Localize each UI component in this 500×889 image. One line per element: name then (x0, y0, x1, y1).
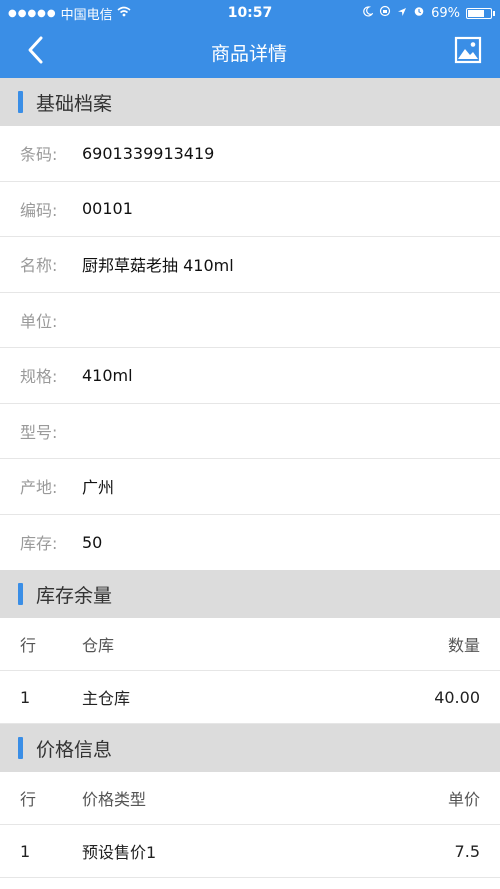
info-label: 库存: (20, 534, 58, 554)
section-basic-header: 基础档案 (0, 78, 500, 126)
nav-bar: 商品详情 (0, 26, 500, 78)
info-value: 50 (82, 532, 103, 552)
info-label: 单位: (20, 311, 58, 331)
col-header-row: 行 (20, 790, 37, 809)
info-row-model: 型号: (0, 404, 500, 459)
section-accent-bar (18, 583, 23, 605)
col-header-row: 行 (20, 636, 37, 655)
cell-unit-price: 7.5 (454, 841, 480, 861)
info-row-unit: 单位: (0, 293, 500, 348)
alarm-icon (413, 5, 425, 21)
info-row-spec: 规格: 410ml (0, 348, 500, 404)
image-icon (454, 36, 482, 64)
info-row-barcode: 条码: 6901339913419 (0, 126, 500, 182)
info-value: 00101 (82, 199, 133, 219)
section-stock-title: 库存余量 (36, 584, 113, 607)
table-row[interactable]: 1 预设售价1 7.5 (0, 825, 500, 878)
cell-warehouse: 主仓库 (82, 689, 131, 708)
info-label: 编码: (20, 200, 58, 220)
cell-quantity: 40.00 (434, 687, 480, 707)
info-row-name: 名称: 厨邦草菇老抽 410ml (0, 237, 500, 293)
info-label: 条码: (20, 145, 58, 165)
page-title: 商品详情 (210, 42, 287, 65)
price-table-header: 行 价格类型 单价 (0, 772, 500, 825)
section-basic-title: 基础档案 (36, 92, 113, 115)
section-accent-bar (18, 91, 23, 113)
section-accent-bar (18, 737, 23, 759)
info-value: 广州 (82, 478, 115, 498)
battery-icon (466, 7, 495, 19)
info-label: 型号: (20, 422, 58, 442)
basic-info-list: 条码: 6901339913419 编码: 00101 名称: 厨邦草菇老抽 410m… (0, 126, 500, 570)
section-price-header: 价格信息 (0, 724, 500, 772)
back-button[interactable] (26, 35, 44, 69)
image-button[interactable] (454, 36, 482, 68)
price-table: 行 价格类型 单价 1 预设售价1 7.5 (0, 772, 500, 878)
location-icon (397, 6, 407, 21)
info-row-code: 编码: 00101 (0, 182, 500, 237)
cell-row-number: 1 (20, 841, 31, 861)
section-price-title: 价格信息 (36, 738, 113, 761)
info-row-origin: 产地: 广州 (0, 459, 500, 515)
info-label: 产地: (20, 478, 58, 498)
cell-row-number: 1 (20, 687, 31, 707)
chevron-left-icon (28, 36, 43, 64)
cell-price-type: 预设售价1 (82, 843, 157, 862)
info-value: 厨邦草菇老抽 410ml (82, 256, 234, 276)
info-label: 名称: (20, 256, 58, 276)
col-header-unit-price: 单价 (447, 790, 480, 809)
table-row[interactable]: 1 主仓库 40.00 (0, 671, 500, 724)
section-stock-header: 库存余量 (0, 570, 500, 618)
info-value: 6901339913419 (82, 143, 215, 163)
stock-table: 行 仓库 数量 1 主仓库 40.00 (0, 618, 500, 724)
info-label: 规格: (20, 367, 58, 387)
col-header-quantity: 数量 (447, 636, 480, 655)
col-header-price-type: 价格类型 (82, 790, 147, 809)
stock-table-header: 行 仓库 数量 (0, 618, 500, 671)
rotation-lock-icon (379, 5, 391, 21)
battery-percent: 69% (431, 5, 460, 21)
status-bar: ●●●●● 中国电信 10:57 69% (0, 0, 500, 26)
info-value: 410ml (82, 365, 133, 385)
moon-icon (362, 5, 374, 21)
col-header-warehouse: 仓库 (82, 636, 115, 655)
info-row-stock: 库存: 50 (0, 515, 500, 571)
